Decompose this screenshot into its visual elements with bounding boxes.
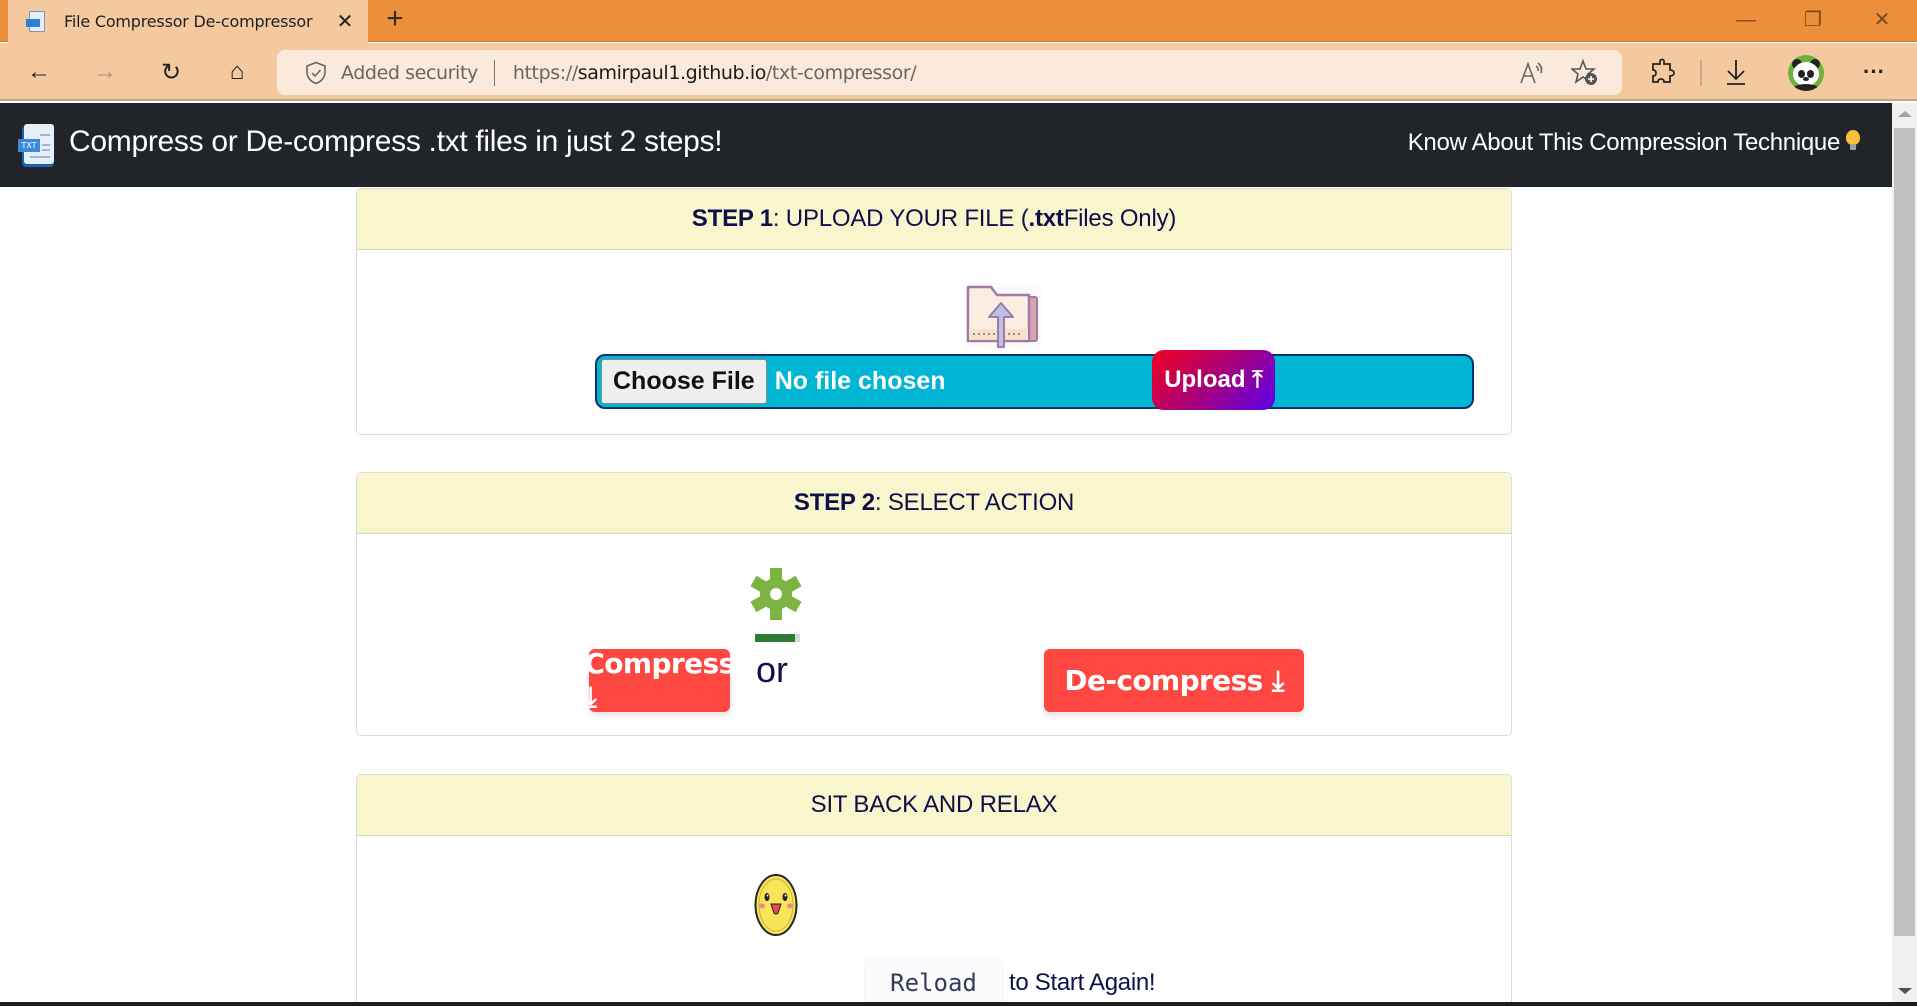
vertical-scrollbar[interactable] xyxy=(1892,103,1917,1002)
step2-card: STEP 2: SELECT ACTION Compress ⤓ or De-c… xyxy=(356,472,1512,736)
site-navbar: TXT Compress or De-compress .txt files i… xyxy=(0,103,1892,187)
reload-row: Reload to Start Again! xyxy=(865,958,1156,1002)
shield-check-icon[interactable] xyxy=(305,61,327,85)
scroll-down-arrow-icon[interactable] xyxy=(1898,988,1912,994)
browser-toolbar: ← → ↻ ⌂ Added security https://samirpaul… xyxy=(0,43,1917,101)
step1-header: STEP 1: UPLOAD YOUR FILE (.txt Files Onl… xyxy=(357,189,1511,250)
home-icon[interactable]: ⌂ xyxy=(217,53,257,91)
reload-hint-text: to Start Again! xyxy=(1009,969,1156,996)
progress-bar-fill xyxy=(755,634,795,642)
progress-bar xyxy=(755,634,800,642)
address-divider xyxy=(493,59,495,86)
step3-card: SIT BACK AND RELAX Reload to Start Again… xyxy=(356,774,1512,1002)
step2-header: STEP 2: SELECT ACTION xyxy=(357,473,1511,534)
processing-indicator xyxy=(747,564,805,651)
forward-icon[interactable]: → xyxy=(85,53,125,91)
tab-title: File Compressor De-compressor xyxy=(64,12,313,31)
brand-title[interactable]: Compress or De-compress .txt files in ju… xyxy=(69,125,723,159)
step3-header: SIT BACK AND RELAX xyxy=(357,775,1511,836)
add-favorite-icon[interactable] xyxy=(1570,58,1600,88)
page-viewport: TXT Compress or De-compress .txt files i… xyxy=(0,103,1892,1002)
compression-technique-link[interactable]: Know About This Compression Technique xyxy=(1408,129,1860,157)
security-label: Added security xyxy=(341,61,478,84)
reload-button[interactable]: Reload xyxy=(865,958,1002,1002)
read-aloud-icon[interactable] xyxy=(1517,58,1547,88)
restore-icon[interactable]: ❐ xyxy=(1793,6,1833,36)
new-tab-button[interactable]: + xyxy=(380,4,410,36)
txt-file-icon: TXT xyxy=(18,124,58,168)
step1-card: STEP 1: UPLOAD YOUR FILE (.txt Files Onl… xyxy=(356,188,1512,435)
gear-icon xyxy=(750,568,802,620)
address-bar[interactable]: Added security https://samirpaul1.github… xyxy=(277,50,1622,95)
scroll-thumb[interactable] xyxy=(1894,128,1915,936)
or-separator: or xyxy=(756,649,789,690)
minimize-icon[interactable]: — xyxy=(1726,6,1766,36)
downloads-icon[interactable] xyxy=(1716,53,1756,91)
lightbulb-icon xyxy=(1846,130,1860,152)
compress-button[interactable]: Compress ⤓ xyxy=(584,647,735,713)
more-menu-icon[interactable]: ··· xyxy=(1854,53,1894,91)
upload-button[interactable]: Upload ⤒ xyxy=(1152,350,1275,410)
back-icon[interactable]: ← xyxy=(19,53,59,91)
profile-avatar[interactable] xyxy=(1788,55,1824,91)
happy-face-icon xyxy=(754,874,798,936)
file-status-text: No file chosen xyxy=(774,367,946,395)
close-tab-icon[interactable]: ✕ xyxy=(330,9,360,34)
choose-file-button[interactable]: Choose File xyxy=(601,359,767,404)
browser-tab-strip: File Compressor De-compressor ✕ + — ❐ ✕ xyxy=(0,0,1917,43)
taskbar-edge xyxy=(0,1002,1917,1006)
txt-file-icon xyxy=(26,10,46,33)
refresh-icon[interactable]: ↻ xyxy=(151,53,191,91)
toolbar-divider xyxy=(1700,60,1702,86)
close-window-icon[interactable]: ✕ xyxy=(1862,6,1902,36)
file-input[interactable]: Choose File No file chosen xyxy=(595,354,1474,409)
browser-tab[interactable]: File Compressor De-compressor ✕ xyxy=(8,0,368,43)
extensions-icon[interactable] xyxy=(1644,53,1684,91)
decompress-button[interactable]: De-compress ⤓ xyxy=(1044,649,1304,712)
folder-upload-icon xyxy=(965,283,1041,349)
scroll-up-arrow-icon[interactable] xyxy=(1898,111,1912,117)
url-text[interactable]: https://samirpaul1.github.io/txt-compres… xyxy=(513,62,917,84)
